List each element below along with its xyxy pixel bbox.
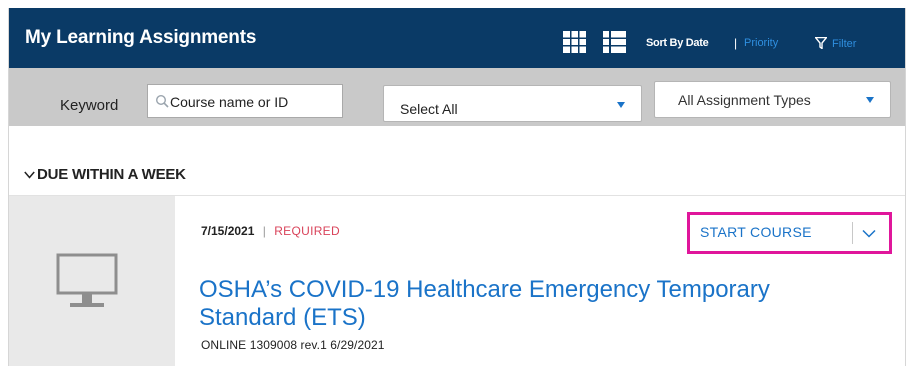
due-date: 7/15/2021 <box>201 224 255 238</box>
monitor-icon <box>56 253 118 307</box>
filter-icon[interactable] <box>815 37 827 49</box>
course-meta: 7/15/2021 | REQUIRED <box>201 224 340 238</box>
assignment-status-select[interactable]: Select All <box>383 85 642 122</box>
filter-link[interactable]: Filter <box>832 38 856 50</box>
grid-view-icon[interactable] <box>563 31 586 53</box>
course-card: 7/15/2021 | REQUIRED START COURSE OSHA’s… <box>9 196 905 366</box>
split-button-divider <box>852 222 853 244</box>
page-title: My Learning Assignments <box>25 27 257 48</box>
course-details: ONLINE 1309008 rev.1 6/29/2021 <box>201 338 385 352</box>
sort-by-date-link[interactable]: Sort By Date <box>646 37 709 49</box>
type-select-value: All Assignment Types <box>678 92 811 108</box>
start-course-split-button: START COURSE <box>687 212 892 254</box>
keyword-input[interactable] <box>170 92 338 112</box>
sort-by-priority-link[interactable]: Priority <box>744 37 778 49</box>
keyword-search-box[interactable] <box>147 84 343 118</box>
panel-header: My Learning Assignments Sort By Date | P… <box>9 8 905 68</box>
required-badge: REQUIRED <box>274 224 340 238</box>
meta-separator: | <box>262 224 266 238</box>
list-view-icon[interactable] <box>603 31 626 53</box>
sort-separator: | <box>734 36 738 50</box>
course-title-link[interactable]: OSHA’s COVID-19 Healthcare Emergency Tem… <box>199 276 839 332</box>
filter-toolbar: Keyword Select All All Assignment Types <box>9 68 905 126</box>
search-icon <box>155 94 169 108</box>
start-course-button[interactable]: START COURSE <box>700 224 812 240</box>
learning-assignments-panel: My Learning Assignments Sort By Date | P… <box>8 8 906 366</box>
keyword-label: Keyword <box>60 97 119 114</box>
due-within-week-section: DUE WITHIN A WEEK <box>9 126 905 196</box>
section-heading[interactable]: DUE WITHIN A WEEK <box>37 166 186 183</box>
chevron-down-icon[interactable] <box>862 229 876 238</box>
assignment-type-select[interactable]: All Assignment Types <box>654 81 891 118</box>
dropdown-caret-icon <box>866 97 874 103</box>
status-select-value: Select All <box>400 101 458 117</box>
chevron-down-icon[interactable] <box>24 171 35 179</box>
course-thumbnail <box>9 196 175 366</box>
dropdown-caret-icon <box>617 102 625 108</box>
